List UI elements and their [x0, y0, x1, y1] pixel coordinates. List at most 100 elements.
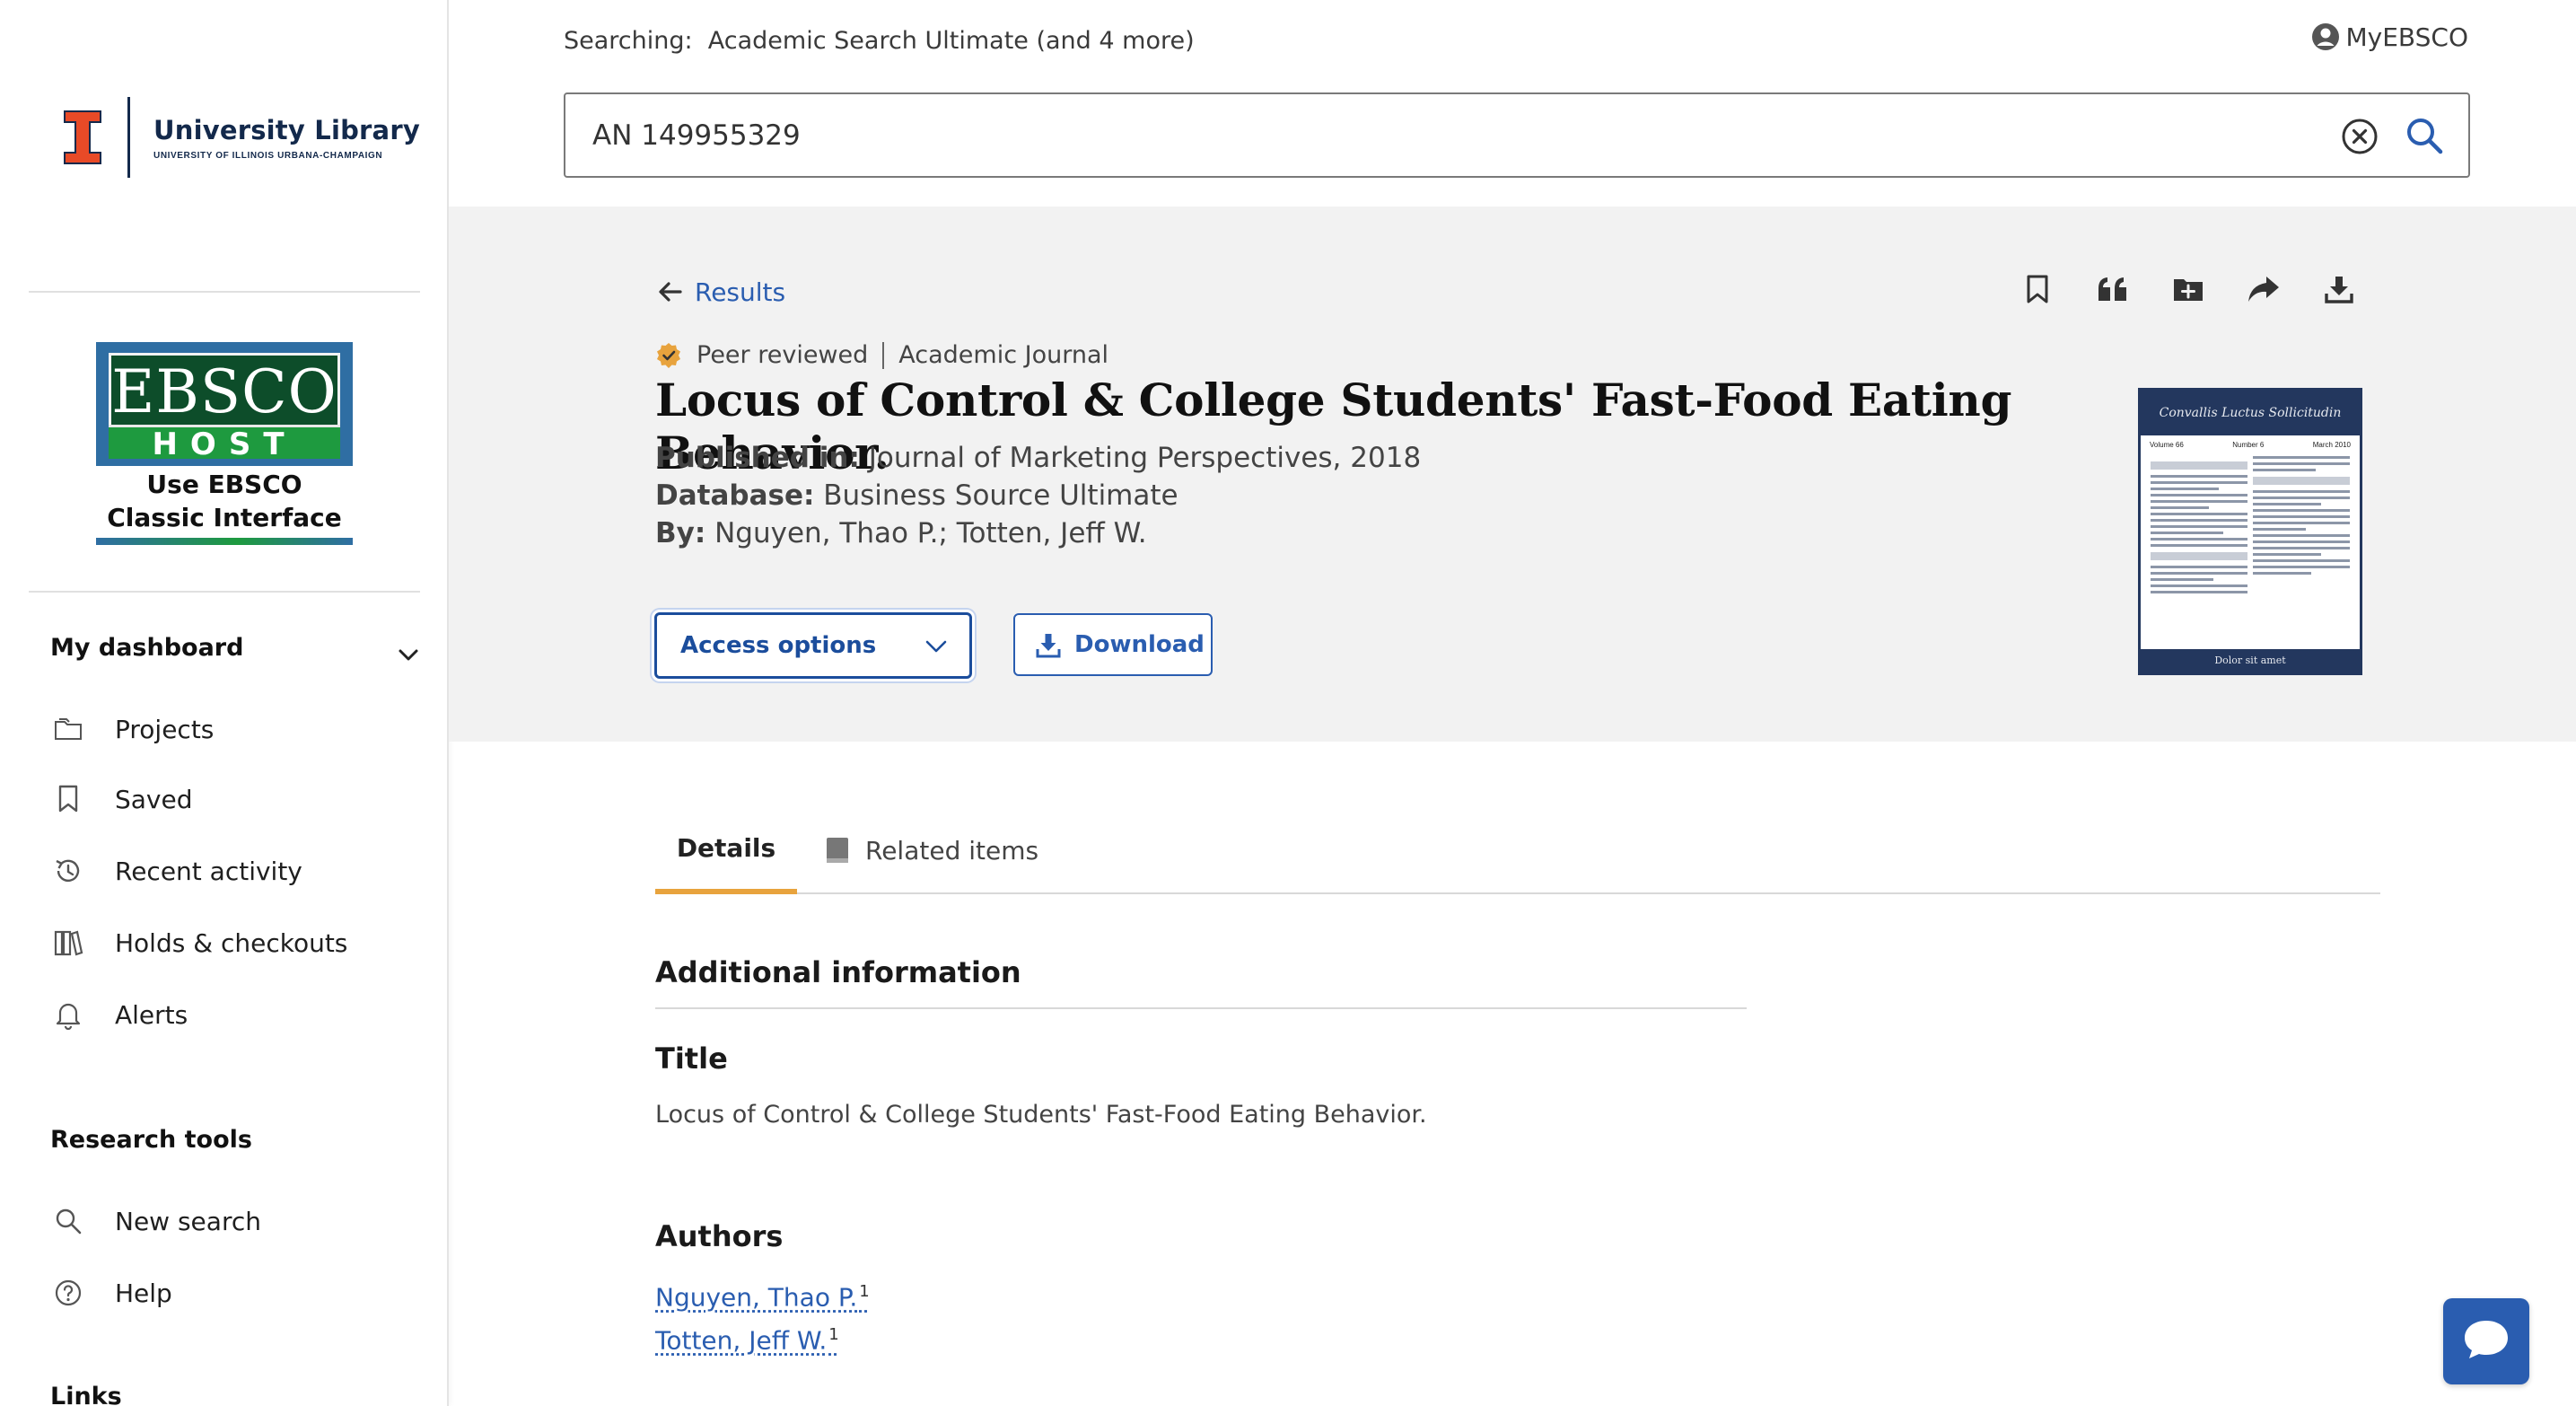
- peer-reviewed-label: Peer reviewed: [697, 341, 869, 369]
- ebsco-classic-caption: Use EBSCO Classic Interface: [107, 470, 342, 532]
- by-value: Nguyen, Thao P.; Totten, Jeff W.: [714, 517, 1147, 549]
- myebsco-account-button[interactable]: MyEBSCO: [2310, 22, 2469, 52]
- author-link[interactable]: Totten, Jeff W. 1: [655, 1325, 839, 1355]
- author-link[interactable]: Nguyen, Thao P. 1: [655, 1282, 870, 1312]
- download-icon[interactable]: [2319, 269, 2359, 309]
- author-affiliation: 1: [859, 1282, 870, 1301]
- cover-column: [2151, 456, 2247, 597]
- sidebar-item-label: Alerts: [115, 999, 188, 1030]
- back-to-results-link[interactable]: Results: [655, 277, 785, 307]
- sidebar-divider: [29, 591, 420, 593]
- cover-column: [2253, 456, 2350, 597]
- download-icon: [1035, 632, 1062, 659]
- folder-icon: [50, 711, 86, 747]
- searching-databases-list: Academic Search Ultimate (and 4 more): [707, 27, 1195, 55]
- arrow-left-icon: [655, 277, 686, 307]
- ebsco-host-logo: EBSCO HOST: [96, 342, 353, 466]
- bookmark-icon: [50, 781, 86, 817]
- peer-reviewed-badge-icon: [655, 342, 682, 369]
- cover-number: Number 6: [2232, 441, 2265, 449]
- sidebar-item-label: Holds & checkouts: [115, 927, 348, 958]
- author-name: Nguyen, Thao P.: [655, 1282, 858, 1313]
- bell-icon: [50, 997, 86, 1033]
- ebsco-logo-host: HOST: [109, 425, 340, 461]
- university-library-logo[interactable]: University Library UNIVERSITY OF ILLINOI…: [63, 97, 420, 178]
- database-value: Business Source Ultimate: [823, 479, 1178, 512]
- tab-details[interactable]: Details: [655, 806, 797, 894]
- ebsco-classic-link[interactable]: EBSCO HOST Use EBSCO Classic Interface: [96, 342, 353, 545]
- sidebar-item-label: Saved: [115, 784, 193, 814]
- chevron-down-icon: [923, 633, 950, 660]
- published-in-line: Published in: Journal of Marketing Persp…: [655, 442, 1421, 474]
- record-toolbar: [2018, 269, 2395, 309]
- authors-line: By: Nguyen, Thao P.; Totten, Jeff W.: [655, 517, 1147, 549]
- search-input[interactable]: [592, 94, 2298, 176]
- university-library-name: University Library: [153, 114, 420, 145]
- sidebar-item-holds-checkouts[interactable]: Holds & checkouts: [50, 923, 347, 962]
- search-icon: [50, 1203, 86, 1239]
- tab-related-items[interactable]: Related items: [822, 806, 1038, 894]
- add-to-folder-icon[interactable]: [2169, 269, 2208, 309]
- chat-bubble-icon: [2462, 1317, 2510, 1366]
- links-heading: Links: [50, 1383, 122, 1406]
- record-meta: Peer reviewed Academic Journal: [655, 341, 1108, 369]
- tab-details-label: Details: [676, 832, 776, 863]
- share-icon[interactable]: [2244, 269, 2283, 309]
- books-icon: [50, 925, 86, 961]
- ebsco-stripe: [96, 538, 353, 545]
- searching-databases[interactable]: Searching: Academic Search Ultimate (and…: [564, 27, 1195, 55]
- published-in-value: Journal of Marketing Perspectives, 2018: [868, 442, 1422, 474]
- searching-prefix: Searching:: [564, 27, 693, 55]
- cover-footer: Dolor sit amet: [2141, 649, 2360, 672]
- history-icon: [50, 853, 86, 889]
- meta-separator: [882, 341, 885, 369]
- database-line: Database: Business Source Ultimate: [655, 479, 1178, 512]
- sidebar-item-saved[interactable]: Saved: [50, 779, 193, 819]
- search-header: Searching: Academic Search Ultimate (and…: [449, 0, 2576, 207]
- university-library-subtitle: UNIVERSITY OF ILLINOIS URBANA-CHAMPAIGN: [153, 150, 383, 161]
- sidebar-item-label: Recent activity: [115, 856, 302, 886]
- chevron-down-icon[interactable]: [395, 641, 422, 668]
- journal-cover-thumbnail[interactable]: Convallis Luctus Sollicitudin Volume 66 …: [2138, 388, 2362, 675]
- cover-masthead: Convallis Luctus Sollicitudin: [2141, 391, 2360, 435]
- tab-related-items-label: Related items: [865, 835, 1039, 866]
- by-label: By:: [655, 517, 706, 549]
- access-options-dropdown[interactable]: Access options: [654, 612, 972, 679]
- published-in-label: Published in:: [655, 442, 860, 474]
- sidebar-item-recent-activity[interactable]: Recent activity: [50, 851, 302, 891]
- help-icon: [50, 1275, 86, 1311]
- sidebar-item-new-search[interactable]: New search: [50, 1201, 261, 1241]
- sidebar-item-help[interactable]: Help: [50, 1273, 172, 1313]
- publication-type: Academic Journal: [898, 341, 1109, 369]
- cover-issue-line: Volume 66 Number 6 March 2010: [2141, 435, 2360, 449]
- search-submit-icon[interactable]: [2404, 115, 2445, 156]
- research-tools-heading: Research tools: [50, 1126, 252, 1154]
- sidebar-item-label: Projects: [115, 714, 215, 744]
- download-button[interactable]: Download: [1013, 613, 1213, 676]
- database-label: Database:: [655, 479, 815, 512]
- sidebar-divider: [29, 291, 420, 293]
- download-label: Download: [1074, 631, 1205, 658]
- sidebar-item-label: New search: [115, 1206, 261, 1236]
- account-circle-icon: [2310, 22, 2341, 52]
- book-icon: [822, 835, 853, 866]
- author-affiliation: 1: [828, 1325, 839, 1344]
- myebsco-label: MyEBSCO: [2345, 22, 2469, 52]
- clear-search-icon[interactable]: [2341, 118, 2379, 155]
- bookmark-icon[interactable]: [2018, 269, 2057, 309]
- record-tabs: Details Related items: [655, 806, 2380, 894]
- cover-text-columns: [2141, 449, 2360, 597]
- sidebar-item-projects[interactable]: Projects: [50, 709, 214, 749]
- record-header: Results Peer reviewed Academic Journal L…: [449, 207, 2576, 742]
- cite-icon[interactable]: [2093, 269, 2133, 309]
- sidebar: University Library UNIVERSITY OF ILLINOI…: [0, 0, 449, 1406]
- ebsco-logo-word: EBSCO: [111, 357, 337, 426]
- cover-date: March 2010: [2312, 441, 2351, 449]
- sidebar-item-alerts[interactable]: Alerts: [50, 995, 188, 1034]
- back-to-results-label: Results: [695, 277, 786, 307]
- cover-volume: Volume 66: [2150, 441, 2184, 449]
- search-box: [564, 92, 2470, 178]
- my-dashboard-heading[interactable]: My dashboard: [50, 634, 243, 662]
- chat-button[interactable]: [2443, 1298, 2529, 1384]
- title-field-label: Title: [655, 1041, 728, 1076]
